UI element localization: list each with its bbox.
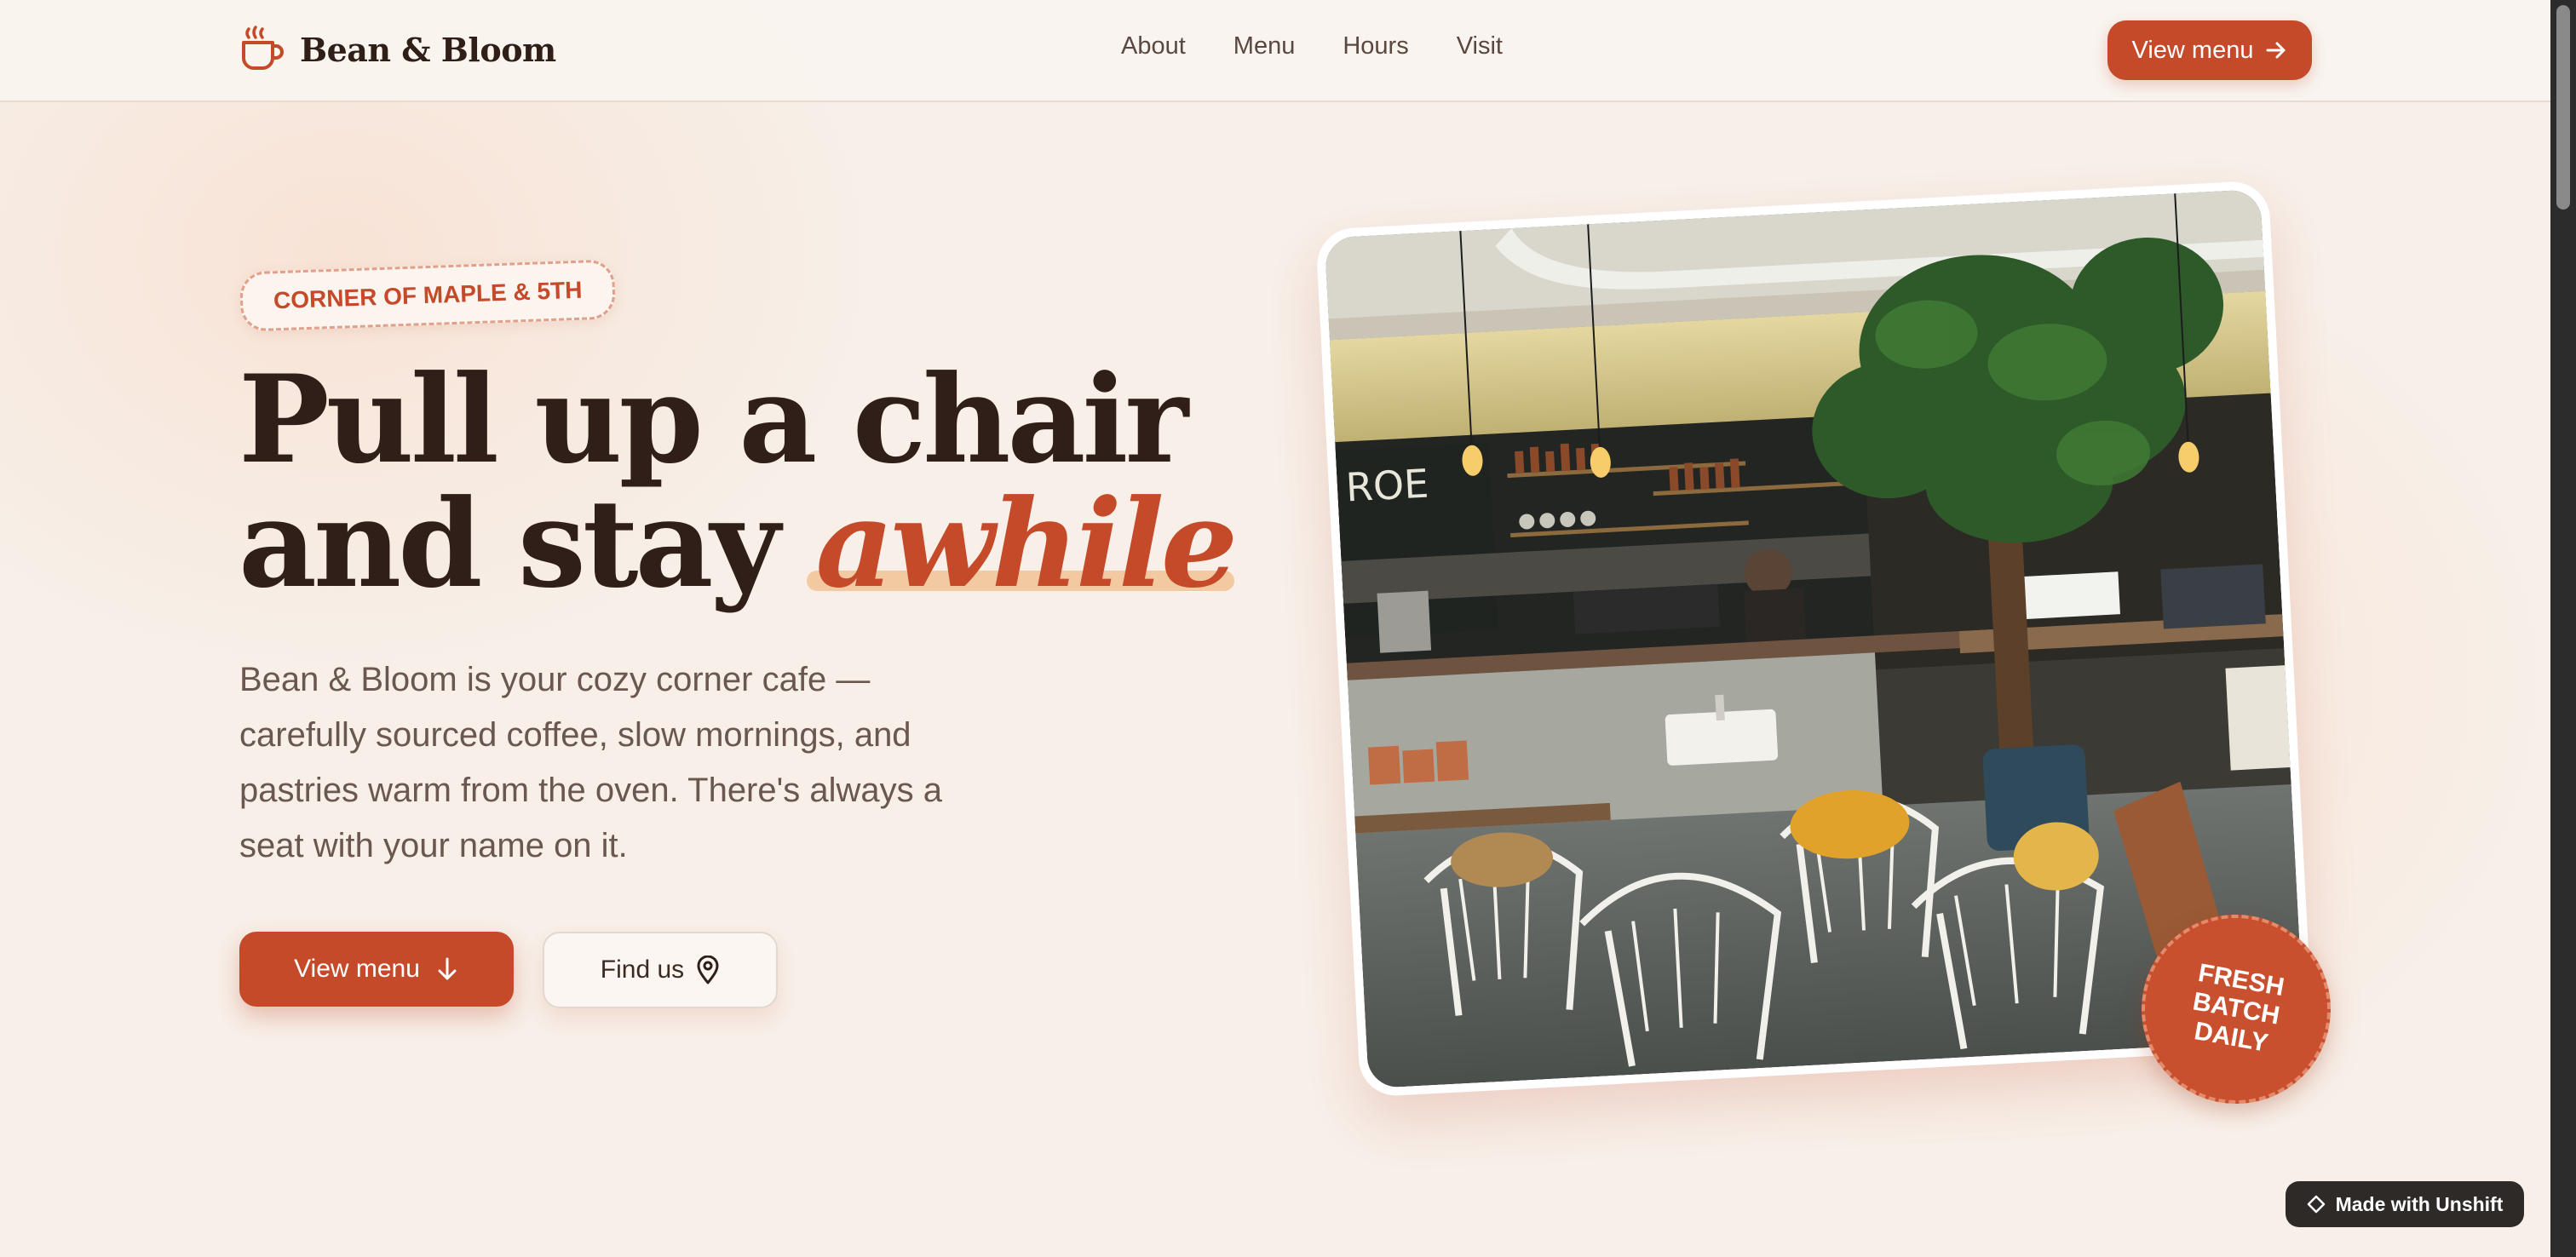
- nav-hours[interactable]: Hours: [1343, 32, 1408, 60]
- find-us-button[interactable]: Find us: [543, 932, 778, 1008]
- hero-description: Bean & Bloom is your cozy corner cafe — …: [239, 661, 942, 864]
- main-nav: About Menu Hours Visit: [1121, 32, 1503, 60]
- nav-about[interactable]: About: [1121, 32, 1186, 60]
- cafe-interior-photo: ROE: [1324, 188, 2305, 1089]
- header-view-menu-button[interactable]: View menu: [2107, 20, 2312, 80]
- svg-text:ROE: ROE: [1345, 460, 1430, 510]
- stamp-text: FRESH BATCH DAILY: [2190, 958, 2286, 1058]
- scrollbar-thumb[interactable]: [2556, 5, 2570, 210]
- arrow-down-icon: [438, 957, 457, 980]
- headline-line-1: Pull up a chair: [239, 349, 1188, 491]
- find-us-label: Find us: [600, 956, 685, 984]
- diamond-icon: [2307, 1195, 2325, 1214]
- hero-headline: Pull up a chair and stay awhile: [239, 349, 1238, 615]
- brand-name: Bean & Bloom: [300, 30, 556, 69]
- page-scrollbar[interactable]: [2550, 0, 2576, 1257]
- nav-visit[interactable]: Visit: [1457, 32, 1503, 60]
- coffee-cup-icon: [242, 26, 284, 70]
- brand-logo[interactable]: Bean & Bloom: [240, 26, 556, 73]
- header-view-menu-label: View menu: [2131, 36, 2254, 64]
- headline-line-2: and stay awhile: [239, 474, 1238, 615]
- view-menu-label: View menu: [294, 955, 420, 983]
- view-menu-button[interactable]: View menu: [239, 932, 514, 1007]
- headline-line-2-text: and stay: [239, 474, 816, 615]
- arrow-right-icon: [2266, 42, 2286, 59]
- made-with-label: Made with Unshift: [2335, 1192, 2504, 1215]
- map-pin-icon: [697, 956, 719, 984]
- nav-menu[interactable]: Menu: [1233, 32, 1296, 60]
- site-header: Bean & Bloom About Menu Hours Visit View…: [0, 0, 2550, 102]
- headline-accent: awhile: [807, 474, 1238, 615]
- made-with-unshift-badge[interactable]: Made with Unshift: [2286, 1181, 2524, 1227]
